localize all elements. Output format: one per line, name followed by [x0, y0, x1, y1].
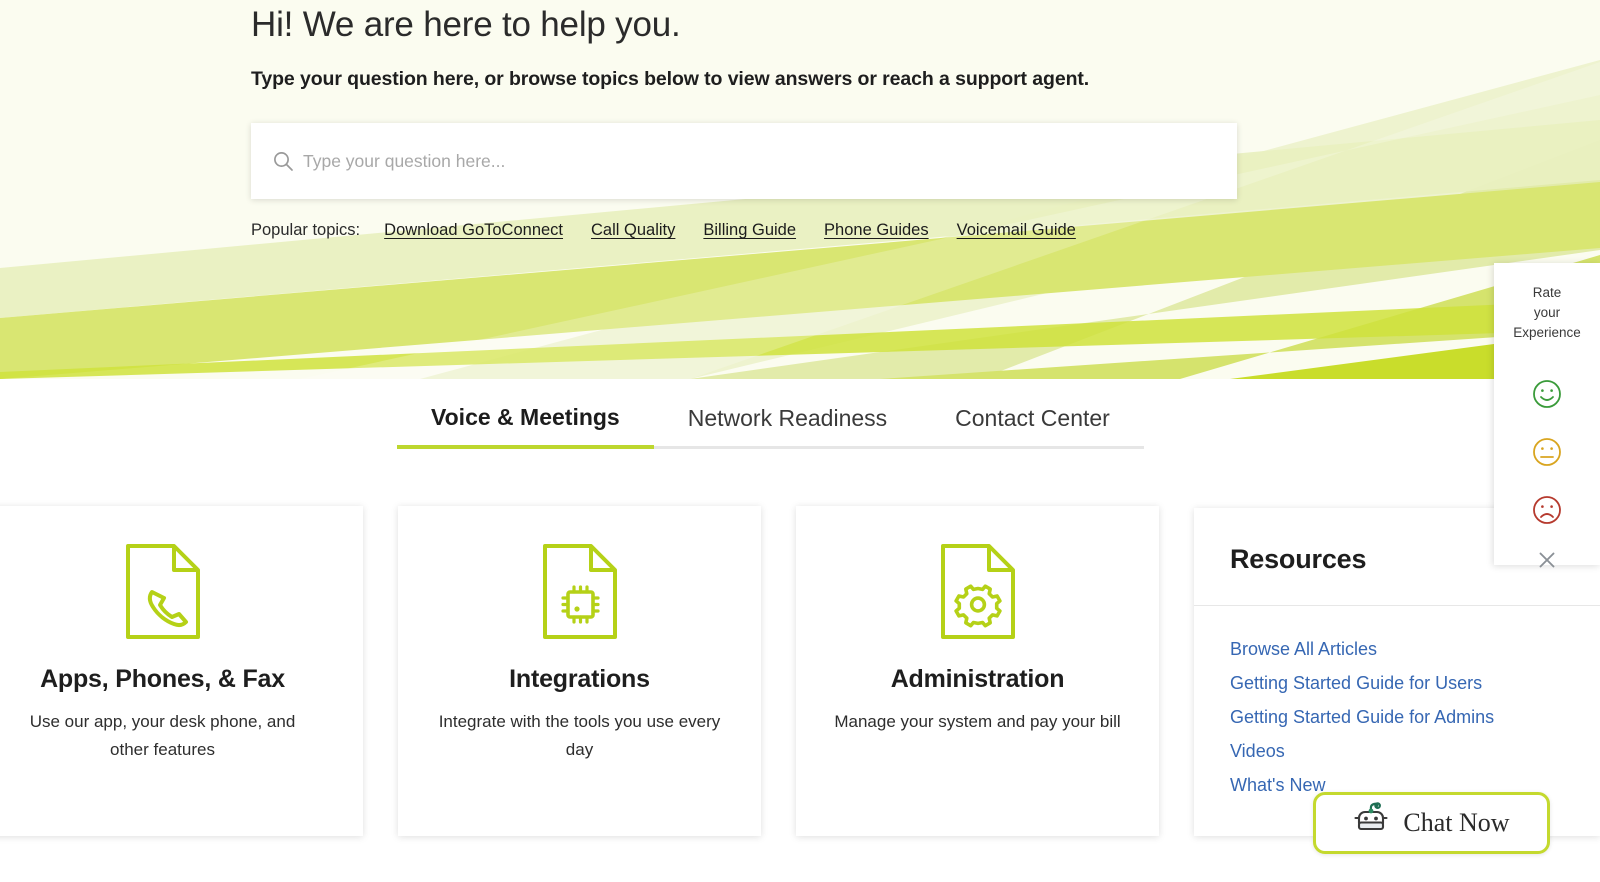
page-subtitle: Type your question here, or browse topic… — [251, 68, 1090, 90]
rate-label-line-3: Experience — [1513, 325, 1581, 340]
card-integrations[interactable]: Integrations Integrate with the tools yo… — [398, 506, 761, 836]
chat-now-label: Chat Now — [1403, 808, 1510, 837]
rate-label-line-2: your — [1533, 305, 1561, 320]
card-title: Integrations — [509, 665, 650, 693]
category-tabs: Voice & Meetings Network Readiness Conta… — [397, 404, 1144, 449]
tab-network-readiness[interactable]: Network Readiness — [653, 405, 922, 449]
resources-list: Browse All Articles Getting Started Guid… — [1194, 606, 1600, 802]
tab-voice-and-meetings[interactable]: Voice & Meetings — [397, 404, 654, 449]
resource-link-browse-all-articles[interactable]: Browse All Articles — [1230, 632, 1600, 666]
topic-link-phone-guides[interactable]: Phone Guides — [824, 221, 929, 240]
document-chip-icon — [398, 539, 761, 643]
robot-icon — [1353, 801, 1389, 846]
rate-experience-widget: Rate your Experience — [1494, 263, 1600, 568]
card-title: Apps, Phones, & Fax — [40, 665, 285, 693]
tab-contact-center[interactable]: Contact Center — [921, 405, 1144, 449]
search-box[interactable] — [251, 123, 1237, 199]
card-description: Use our app, your desk phone, and other … — [29, 712, 296, 760]
rate-experience-label: Rate your Experience — [1494, 283, 1600, 343]
neutral-face-icon[interactable] — [1494, 423, 1600, 481]
rate-face-buttons — [1494, 365, 1600, 539]
hero-text-block: Hi! We are here to help you. Type your q… — [251, 0, 1351, 91]
topic-link-billing-guide[interactable]: Billing Guide — [703, 221, 796, 240]
chat-now-button[interactable]: Chat Now — [1313, 792, 1550, 854]
document-gear-icon — [796, 539, 1159, 643]
card-apps-phones-fax[interactable]: Apps, Phones, & Fax Use our app, your de… — [0, 506, 363, 836]
happy-face-icon[interactable] — [1494, 365, 1600, 423]
topic-link-download-gotoconnect[interactable]: Download GoToConnect — [384, 221, 563, 240]
topic-link-call-quality[interactable]: Call Quality — [591, 221, 675, 240]
search-icon — [271, 149, 295, 173]
resource-link-getting-started-admins[interactable]: Getting Started Guide for Admins — [1230, 700, 1600, 734]
card-description: Manage your system and pay your bill — [834, 712, 1121, 731]
topic-link-voicemail-guide[interactable]: Voicemail Guide — [957, 221, 1076, 240]
page-title: Hi! We are here to help you. — [251, 5, 681, 44]
popular-topics: Popular topics: Download GoToConnect Cal… — [251, 221, 1076, 240]
card-description: Integrate with the tools you use every d… — [438, 712, 721, 760]
sad-face-icon[interactable] — [1494, 481, 1600, 539]
card-administration[interactable]: Administration Manage your system and pa… — [796, 506, 1159, 836]
card-title: Administration — [890, 665, 1065, 693]
popular-topics-label: Popular topics: — [251, 221, 361, 239]
help-center-page: Hi! We are here to help you. Type your q… — [0, 0, 1600, 882]
close-icon[interactable] — [1494, 543, 1600, 577]
resource-link-getting-started-users[interactable]: Getting Started Guide for Users — [1230, 666, 1600, 700]
rate-label-line-1: Rate — [1532, 285, 1562, 300]
search-input[interactable] — [303, 141, 1237, 181]
document-phone-icon — [0, 539, 363, 643]
resource-link-videos[interactable]: Videos — [1230, 734, 1600, 768]
